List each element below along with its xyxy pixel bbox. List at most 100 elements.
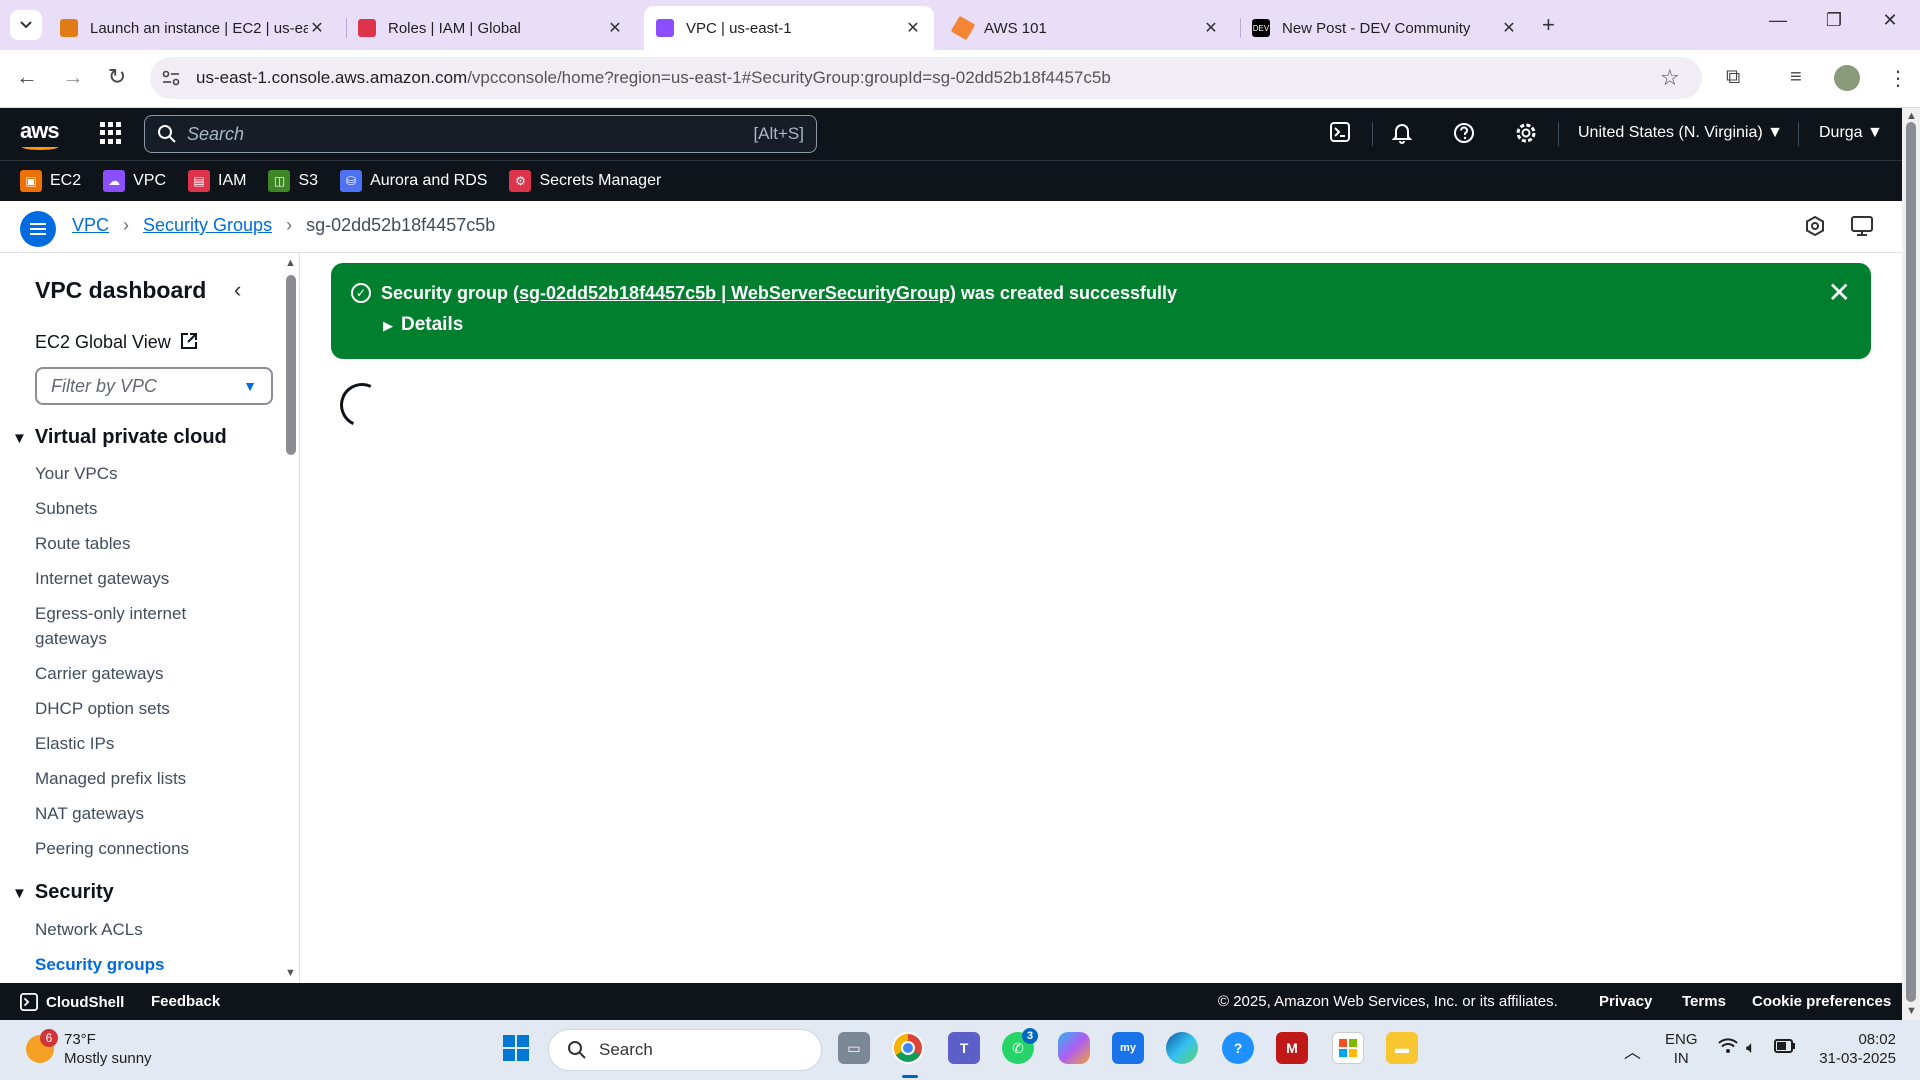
sidebar-scroll-thumb[interactable] xyxy=(286,275,296,455)
sidebar-item-ec2-global-view[interactable]: EC2 Global View xyxy=(35,332,198,353)
url-field[interactable]: us-east-1.console.aws.amazon.com/vpccons… xyxy=(150,57,1702,99)
back-icon[interactable]: ← xyxy=(12,64,42,90)
profile-avatar[interactable] xyxy=(1834,65,1860,91)
language-indicator[interactable]: ENG IN xyxy=(1665,1030,1698,1068)
clock[interactable]: 08:02 31-03-2025 xyxy=(1816,1030,1896,1068)
scroll-down-icon[interactable]: ▼ xyxy=(1906,1005,1917,1017)
sidebar-item-managed-prefix-lists[interactable]: Managed prefix lists xyxy=(35,766,186,791)
sidebar-item-egress-only-internet-gateways-line2[interactable]: gateways xyxy=(35,626,107,651)
microsoft-store-icon[interactable] xyxy=(1332,1032,1364,1064)
mcafee-icon[interactable]: M xyxy=(1276,1032,1308,1064)
restore-icon[interactable]: ❐ xyxy=(1814,10,1854,31)
tab-search-button[interactable] xyxy=(10,10,42,40)
help-icon[interactable] xyxy=(1453,122,1475,150)
breadcrumb-security-groups-link[interactable]: Security Groups xyxy=(143,215,272,236)
browser-tab-ec2[interactable]: Launch an instance | EC2 | us-east-1 ✕ xyxy=(48,6,338,50)
sidebar-item-egress-only-internet-gateways[interactable]: Egress-only internet xyxy=(35,601,186,626)
collapse-sidebar-icon[interactable]: ‹ xyxy=(234,277,241,303)
minimize-icon[interactable]: — xyxy=(1758,10,1798,31)
cloudshell-icon[interactable] xyxy=(1330,122,1350,148)
reload-icon[interactable]: ↻ xyxy=(102,64,132,90)
notifications-bell-icon[interactable] xyxy=(1391,122,1413,150)
browser-tab-dev[interactable]: DEV New Post - DEV Community ✕ xyxy=(1240,6,1530,50)
scroll-up-icon[interactable]: ▲ xyxy=(1906,110,1917,122)
task-view-icon[interactable]: ▭ xyxy=(838,1032,870,1064)
dismiss-flash-close-icon[interactable]: ✕ xyxy=(1828,279,1851,307)
sidebar-item-security-groups[interactable]: Security groups xyxy=(35,952,164,977)
feedback-monitor-icon[interactable] xyxy=(1850,215,1874,243)
footer-feedback-link[interactable]: Feedback xyxy=(151,993,220,1010)
sidebar-section-virtual-private-cloud[interactable]: ▼ Virtual private cloud xyxy=(12,426,227,449)
browser-tab-iam[interactable]: Roles | IAM | Global ✕ xyxy=(346,6,636,50)
battery-icon[interactable] xyxy=(1774,1038,1796,1058)
aws-logo[interactable]: aws xyxy=(20,118,60,150)
scroll-down-icon[interactable]: ▼ xyxy=(285,967,296,979)
close-icon[interactable]: ✕ xyxy=(308,18,326,38)
taskbar-search-box[interactable]: Search xyxy=(548,1029,822,1071)
sidebar-item-nat-gateways[interactable]: NAT gateways xyxy=(35,801,144,826)
favorite-iam[interactable]: ▤ IAM xyxy=(188,170,246,192)
teams-icon[interactable]: T xyxy=(948,1032,980,1064)
favorite-secrets-manager[interactable]: ⚙ Secrets Manager xyxy=(509,170,661,192)
weather-widget[interactable]: 6 73°F Mostly sunny xyxy=(26,1029,152,1068)
get-help-icon[interactable]: ? xyxy=(1222,1032,1254,1064)
settings-hexagon-icon[interactable] xyxy=(1804,215,1826,243)
sidebar-item-subnets[interactable]: Subnets xyxy=(35,496,97,521)
sidebar-item-route-tables[interactable]: Route tables xyxy=(35,531,130,556)
sidebar-title[interactable]: VPC dashboard xyxy=(35,277,206,304)
sidebar-section-security[interactable]: ▼ Security xyxy=(12,881,114,904)
sidebar-item-network-acls[interactable]: Network ACLs xyxy=(35,917,143,942)
security-group-link[interactable]: sg-02dd52b18f4457c5b | WebServerSecurity… xyxy=(519,283,950,303)
volume-icon[interactable]: 🔈︎ xyxy=(1746,1038,1756,1058)
aws-search-input[interactable]: Search [Alt+S] xyxy=(144,115,817,153)
close-icon[interactable]: ✕ xyxy=(1500,18,1518,38)
footer-terms-link[interactable]: Terms xyxy=(1682,993,1726,1010)
favorite-aurora-rds[interactable]: ⛁ Aurora and RDS xyxy=(340,170,487,192)
new-tab-button[interactable]: + xyxy=(1542,12,1555,38)
mylp-icon[interactable]: my xyxy=(1112,1032,1144,1064)
sidebar-item-internet-gateways[interactable]: Internet gateways xyxy=(35,566,169,591)
region-selector[interactable]: United States (N. Virginia) ▼ xyxy=(1578,124,1783,142)
footer-cookie-preferences-link[interactable]: Cookie preferences xyxy=(1752,993,1891,1010)
close-icon[interactable]: ✕ xyxy=(904,18,922,38)
window-close-icon[interactable]: ✕ xyxy=(1870,10,1910,31)
footer-privacy-link[interactable]: Privacy xyxy=(1599,993,1652,1010)
breadcrumb-vpc-link[interactable]: VPC xyxy=(72,215,109,236)
page-scroll-thumb[interactable] xyxy=(1906,122,1916,1002)
sidebar-item-elastic-ips[interactable]: Elastic IPs xyxy=(35,731,114,756)
extensions-icon[interactable]: ⧉ xyxy=(1726,66,1740,89)
browser-menu-icon[interactable]: ⋮ xyxy=(1888,66,1908,91)
chrome-icon[interactable] xyxy=(892,1032,924,1064)
browser-tab-vpc[interactable]: VPC | us-east-1 ✕ xyxy=(644,6,934,50)
footer-cloudshell-button[interactable]: CloudShell xyxy=(20,993,124,1011)
sidebar-scrollbar[interactable]: ▲ ▼ xyxy=(284,253,298,983)
flash-details-toggle[interactable]: ▶ Details xyxy=(383,314,463,336)
copilot-icon[interactable] xyxy=(1058,1032,1090,1064)
services-grid-icon[interactable] xyxy=(100,122,122,144)
bookmark-star-icon[interactable]: ☆ xyxy=(1660,65,1680,91)
windows-start-icon[interactable] xyxy=(500,1032,532,1064)
settings-gear-icon[interactable] xyxy=(1515,122,1537,150)
filter-by-vpc-select[interactable]: Filter by VPC ▼ xyxy=(35,367,273,405)
sidebar-item-peering-connections[interactable]: Peering connections xyxy=(35,836,189,861)
show-hidden-icons-chevron-up-icon[interactable]: ︿ xyxy=(1624,1038,1641,1063)
favorite-s3[interactable]: ◫ S3 xyxy=(268,170,318,192)
forward-icon[interactable]: → xyxy=(58,64,88,90)
file-explorer-icon[interactable]: ▬ xyxy=(1386,1032,1418,1064)
wifi-icon[interactable] xyxy=(1718,1038,1738,1059)
favorite-ec2[interactable]: ▣ EC2 xyxy=(20,170,81,192)
sidebar-item-dhcp-option-sets[interactable]: DHCP option sets xyxy=(35,696,170,721)
site-info-icon[interactable] xyxy=(162,70,180,86)
close-icon[interactable]: ✕ xyxy=(606,18,624,38)
page-scrollbar[interactable]: ▲ ▼ xyxy=(1902,108,1920,1020)
sidebar-item-your-vpcs[interactable]: Your VPCs xyxy=(35,461,118,486)
media-control-icon[interactable]: ≡ xyxy=(1790,66,1802,89)
account-menu[interactable]: Durga ▼ xyxy=(1819,124,1883,142)
edge-icon[interactable] xyxy=(1166,1032,1198,1064)
hamburger-menu-icon[interactable] xyxy=(20,211,56,247)
favorite-vpc[interactable]: ☁ VPC xyxy=(103,170,166,192)
close-icon[interactable]: ✕ xyxy=(1202,18,1220,38)
scroll-up-icon[interactable]: ▲ xyxy=(285,257,296,269)
browser-tab-aws101[interactable]: AWS 101 ✕ xyxy=(942,6,1232,50)
sidebar-item-carrier-gateways[interactable]: Carrier gateways xyxy=(35,661,164,686)
